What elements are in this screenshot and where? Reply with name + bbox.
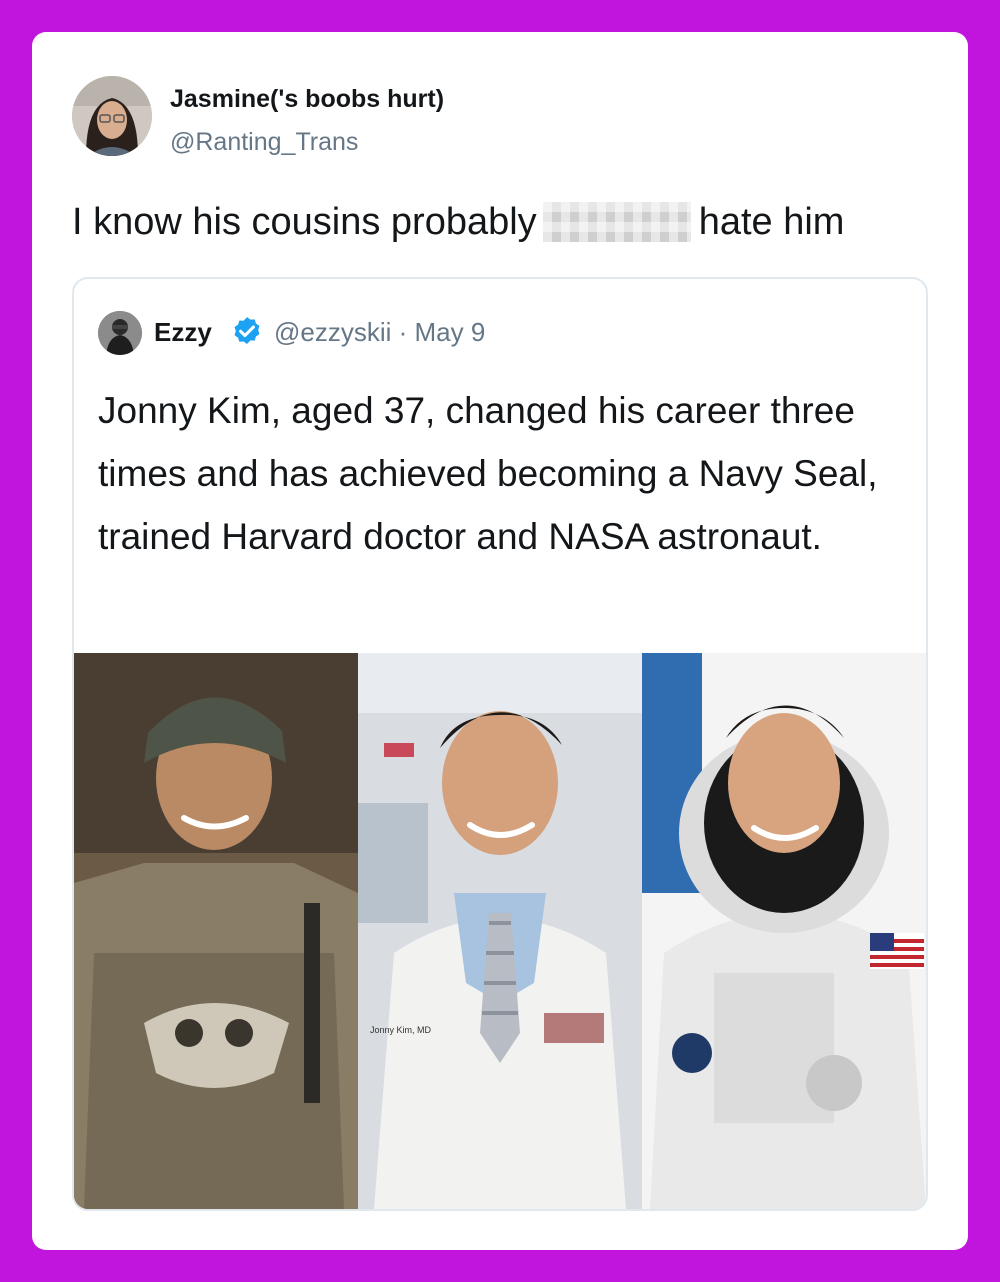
quoted-handle-date[interactable]: @ezzyskii · May 9 xyxy=(274,317,485,348)
tweet-card: Jasmine('s boobs hurt) @Ranting_Trans I … xyxy=(32,32,968,1250)
quoted-tweet[interactable]: Ezzy @ezzyskii · May 9 Jonny Kim, aged 3… xyxy=(72,277,928,1211)
quoted-tweet-text: Jonny Kim, aged 37, changed his career t… xyxy=(98,390,878,557)
verified-badge-icon xyxy=(234,317,260,345)
photo-panel-astronaut xyxy=(642,653,926,1209)
us-flag-patch xyxy=(870,933,924,969)
display-name[interactable]: Jasmine('s boobs hurt) xyxy=(170,85,444,114)
quoted-avatar-photo xyxy=(98,311,142,355)
avatar[interactable] xyxy=(72,76,152,156)
quoted-display-name[interactable]: Ezzy xyxy=(154,317,212,348)
quoted-tweet-photo[interactable]: Jonny Kim, MD xyxy=(74,653,926,1209)
photo-panel-doctor: Jonny Kim, MD xyxy=(358,653,642,1209)
avatar-photo xyxy=(72,76,152,156)
photo-panel-soldier xyxy=(74,653,358,1209)
tweet-text-after: hate him xyxy=(698,201,845,243)
censored-word xyxy=(542,202,691,242)
quoted-avatar[interactable] xyxy=(98,311,142,355)
user-handle[interactable]: @Ranting_Trans xyxy=(170,128,358,157)
tweet-text: I know his cousins probably hate him xyxy=(72,197,844,247)
tweet-text-before: I know his cousins probably xyxy=(72,201,537,243)
coat-name-tag: Jonny Kim, MD xyxy=(370,1025,432,1035)
